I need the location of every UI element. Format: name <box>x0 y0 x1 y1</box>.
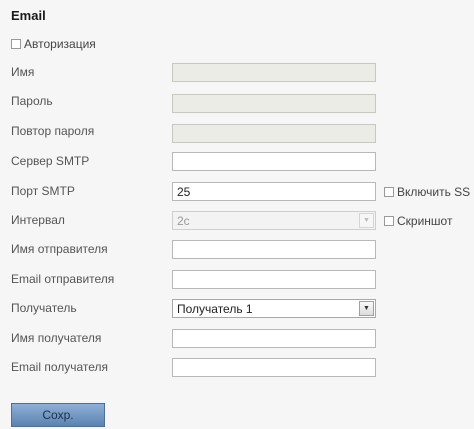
screenshot-label: Скриншот <box>397 214 453 228</box>
recipient-value: Получатель 1 <box>177 301 253 316</box>
interval-select: 2с ▼ <box>172 211 376 230</box>
recipient-name-label: Имя получателя <box>11 331 102 345</box>
smtp-port-row: Порт SMTP <box>11 181 171 201</box>
enable-ssl-checkbox[interactable] <box>384 187 394 197</box>
enable-ssl-label: Включить SS <box>397 185 471 199</box>
sender-name-label: Имя отправителя <box>11 242 108 256</box>
auth-option: Авторизация <box>11 37 96 51</box>
recipient-label: Получатель <box>11 301 77 315</box>
smtp-server-input[interactable] <box>172 152 376 171</box>
name-row: Имя <box>11 62 171 82</box>
chevron-down-icon[interactable]: ▼ <box>359 301 374 316</box>
name-label: Имя <box>11 65 35 79</box>
interval-value: 2с <box>177 213 190 228</box>
sender-email-row: Email отправителя <box>11 269 171 289</box>
recipient-name-input[interactable] <box>172 329 376 348</box>
password-label: Пароль <box>11 94 53 108</box>
save-button[interactable]: Сохр. <box>11 403 105 427</box>
name-input <box>172 63 376 82</box>
interval-row: Интервал <box>11 210 171 230</box>
enable-ssl-option: Включить SS <box>384 185 470 199</box>
sender-email-label: Email отправителя <box>11 272 115 286</box>
confirm-password-label: Повтор пароля <box>11 124 95 138</box>
smtp-server-row: Сервер SMTP <box>11 151 171 171</box>
recipient-email-label: Email получателя <box>11 360 109 374</box>
auth-label: Авторизация <box>24 37 96 51</box>
interval-label: Интервал <box>11 213 65 227</box>
chevron-down-icon: ▼ <box>359 213 374 228</box>
smtp-port-input[interactable] <box>172 182 376 201</box>
recipient-row: Получатель <box>11 298 171 318</box>
recipient-name-row: Имя получателя <box>11 328 171 348</box>
auth-checkbox[interactable] <box>11 39 21 49</box>
smtp-port-label: Порт SMTP <box>11 184 75 198</box>
password-row: Пароль <box>11 91 171 111</box>
smtp-server-label: Сервер SMTP <box>11 154 90 168</box>
password-input <box>172 94 376 113</box>
recipient-select[interactable]: Получатель 1 ▼ <box>172 299 376 318</box>
recipient-email-row: Email получателя <box>11 357 171 377</box>
recipient-email-input[interactable] <box>172 358 376 377</box>
sender-email-input[interactable] <box>172 270 376 289</box>
sender-name-row: Имя отправителя <box>11 239 171 259</box>
confirm-row: Повтор пароля <box>11 121 171 141</box>
screenshot-checkbox[interactable] <box>384 216 394 226</box>
screenshot-option: Скриншот <box>384 214 452 228</box>
confirm-password-input <box>172 124 376 143</box>
email-title: Email <box>11 8 46 23</box>
sender-name-input[interactable] <box>172 240 376 259</box>
